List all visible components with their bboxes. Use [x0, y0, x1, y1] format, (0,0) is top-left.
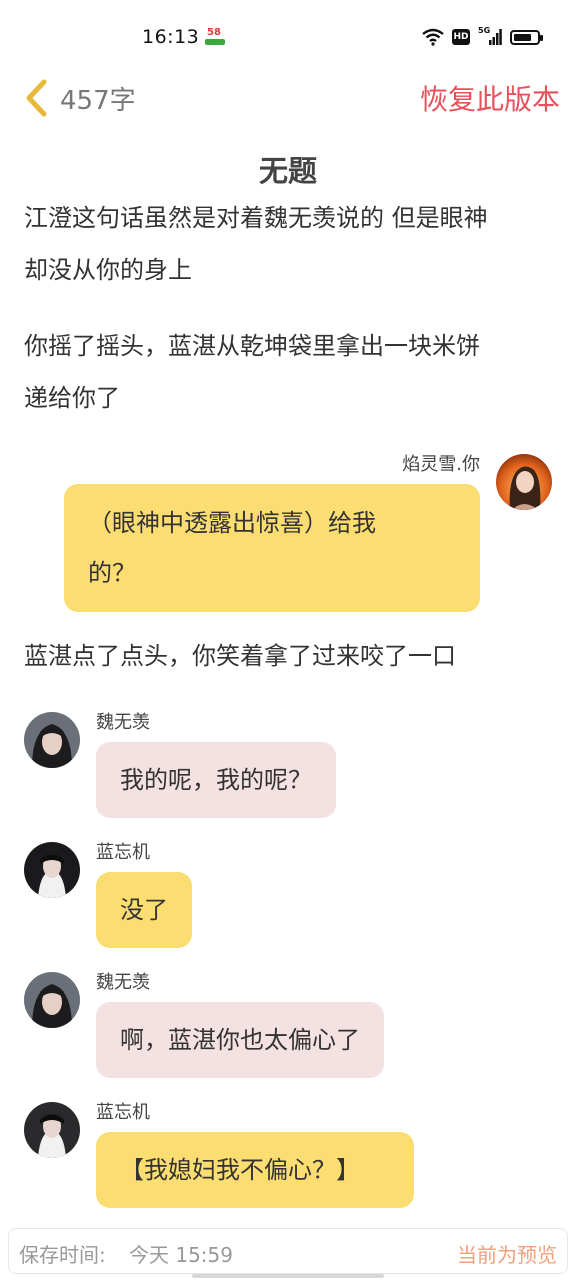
story-content: 无题 江澄这句话虽然是对着魏无羡说的 但是眼神 却没从你的身上 你摇了摇头，蓝湛… [0, 142, 576, 1222]
restore-version-button[interactable]: 恢复此版本 [420, 78, 560, 118]
word-count: 457字 [60, 86, 136, 116]
chat-bubble: 【我媳妇我不偏心？】 [96, 1132, 414, 1208]
narration-line: 你摇了摇头，蓝湛从乾坤袋里拿出一块米饼 [24, 332, 480, 360]
home-indicator[interactable] [192, 1274, 384, 1278]
chat-bubble-line: 的？ [88, 559, 136, 587]
status-time: 16:13 [142, 26, 200, 48]
save-time-label: 保存时间: [19, 1243, 106, 1267]
avatar[interactable] [24, 1102, 80, 1158]
app-badge-number: 58 [207, 27, 221, 38]
hd-icon: HD [452, 29, 470, 45]
narration-paragraph: 江澄这句话虽然是对着魏无羡说的 但是眼神 却没从你的身上 [24, 192, 554, 296]
chevron-left-icon [26, 79, 47, 117]
app-notification-icon: 58 [204, 27, 226, 48]
avatar[interactable] [24, 712, 80, 768]
save-time-value: 今天 15:59 [129, 1243, 233, 1267]
signal-5g-icon: 5G [478, 26, 502, 46]
chat-bubble: 没了 [96, 872, 192, 948]
speaker-name: 魏无羡 [96, 972, 150, 993]
narration-line: 却没从你的身上 [24, 256, 192, 284]
narration-line: 江澄这句话虽然是对着魏无羡说的 但是眼神 [24, 204, 488, 232]
preview-status: 当前为预览 [457, 1243, 557, 1267]
story-title: 无题 [258, 154, 317, 188]
chat-bubble: 啊，蓝湛你也太偏心了 [96, 1002, 384, 1078]
speaker-name: 蓝忘机 [96, 1102, 150, 1123]
chat-bubble: 我的呢，我的呢？ [96, 742, 336, 818]
narration-line: 递给你了 [24, 384, 120, 412]
avatar[interactable] [24, 842, 80, 898]
chat-bubble: （眼神中透露出惊喜）给我 的？ [64, 484, 480, 612]
narration-line: 蓝湛点了点头，你笑着拿了过来咬了一口 [24, 642, 456, 670]
narration-paragraph: 你摇了摇头，蓝湛从乾坤袋里拿出一块米饼 递给你了 [24, 320, 554, 424]
status-icons: HD 5G [422, 26, 543, 46]
speaker-name: 焰灵雪.你 [402, 454, 480, 475]
status-bar: 16:13 58 HD 5G [0, 0, 576, 72]
battery-icon [510, 29, 543, 45]
back-button[interactable] [22, 78, 52, 118]
avatar[interactable] [496, 454, 552, 510]
header: 457字 恢复此版本 [0, 72, 576, 128]
wifi-icon [422, 28, 444, 46]
battery-level [514, 33, 531, 41]
narration-paragraph: 蓝湛点了点头，你笑着拿了过来咬了一口 [24, 630, 554, 682]
version-info-bar: 保存时间: 今天 15:59 当前为预览 [8, 1228, 568, 1274]
chat-bubble-line: （眼神中透露出惊喜）给我 [88, 509, 376, 537]
avatar[interactable] [24, 972, 80, 1028]
speaker-name: 魏无羡 [96, 712, 150, 733]
speaker-name: 蓝忘机 [96, 842, 150, 863]
